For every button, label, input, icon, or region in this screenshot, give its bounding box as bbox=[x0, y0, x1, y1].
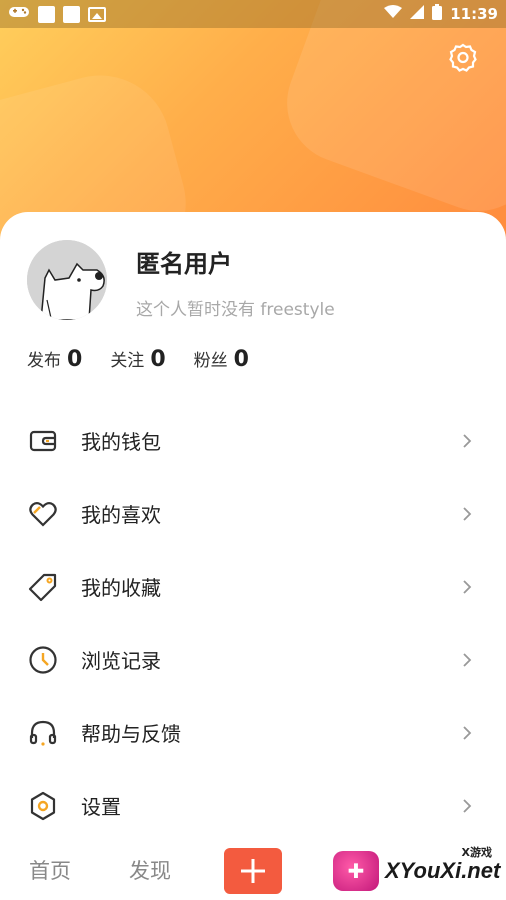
profile-menu: 我的钱包 我的喜欢 我的收藏 浏览记录 帮助与反馈 设置 bbox=[0, 404, 506, 842]
signal-icon bbox=[410, 5, 425, 23]
stat-following[interactable]: 关注 0 bbox=[110, 346, 165, 372]
chevron-right-icon bbox=[463, 798, 472, 813]
chevron-right-icon bbox=[463, 652, 472, 667]
menu-item-settings[interactable]: 设置 bbox=[0, 769, 506, 842]
wallet-icon bbox=[27, 425, 59, 457]
gear-icon bbox=[449, 43, 477, 72]
settings-gear-button[interactable] bbox=[448, 42, 478, 72]
gamepad-icon bbox=[8, 4, 30, 24]
menu-item-likes[interactable]: 我的喜欢 bbox=[0, 477, 506, 550]
menu-item-history[interactable]: 浏览记录 bbox=[0, 623, 506, 696]
stat-label: 粉丝 bbox=[193, 351, 228, 371]
stat-value: 0 bbox=[233, 347, 249, 372]
avatar[interactable] bbox=[27, 240, 107, 320]
menu-item-favorites[interactable]: 我的收藏 bbox=[0, 550, 506, 623]
dog-avatar-icon bbox=[27, 240, 107, 320]
menu-item-label: 我的钱包 bbox=[81, 430, 161, 454]
status-time: 11:39 bbox=[450, 5, 498, 23]
nav-discover[interactable]: 发现 bbox=[129, 855, 171, 885]
stat-label: 发布 bbox=[27, 351, 61, 371]
stat-label: 关注 bbox=[110, 351, 145, 371]
notification-icon bbox=[38, 5, 55, 23]
menu-item-label: 浏览记录 bbox=[81, 649, 161, 673]
menu-item-label: 帮助与反馈 bbox=[81, 722, 181, 746]
menu-item-wallet[interactable]: 我的钱包 bbox=[0, 404, 506, 477]
add-post-button[interactable] bbox=[224, 848, 282, 894]
user-bio: 这个人暂时没有 freestyle bbox=[136, 300, 335, 320]
wifi-icon bbox=[384, 5, 403, 23]
heart-icon bbox=[27, 498, 59, 530]
profile-stats: 发布 0 关注 0 粉丝 0 bbox=[27, 346, 249, 372]
settings-hex-icon bbox=[27, 790, 59, 822]
tag-icon bbox=[27, 571, 59, 603]
stat-followers[interactable]: 粉丝 0 bbox=[194, 346, 249, 372]
stat-value: 0 bbox=[67, 347, 83, 372]
clock-icon bbox=[27, 644, 59, 676]
image-icon bbox=[88, 6, 106, 22]
battery-icon bbox=[432, 4, 443, 24]
watermark-tag: X游戏 bbox=[461, 846, 492, 859]
chevron-right-icon bbox=[463, 725, 472, 740]
headset-icon bbox=[27, 717, 59, 749]
menu-item-label: 设置 bbox=[81, 795, 121, 819]
chevron-right-icon bbox=[463, 433, 472, 448]
stat-posts[interactable]: 发布 0 bbox=[27, 346, 82, 372]
username: 匿名用户 bbox=[136, 250, 232, 278]
stat-value: 0 bbox=[150, 347, 166, 372]
menu-item-label: 我的喜欢 bbox=[81, 503, 161, 527]
notification-icon bbox=[63, 5, 80, 23]
watermark-logo-icon: ✚ bbox=[333, 851, 379, 891]
chevron-right-icon bbox=[463, 579, 472, 594]
nav-home[interactable]: 首页 bbox=[29, 855, 71, 885]
menu-item-help-feedback[interactable]: 帮助与反馈 bbox=[0, 696, 506, 769]
menu-item-label: 我的收藏 bbox=[81, 576, 161, 600]
chevron-right-icon bbox=[463, 506, 472, 521]
status-bar: 11:39 bbox=[0, 0, 506, 28]
plus-icon bbox=[241, 859, 265, 883]
watermark: ✚ XYouXi.net X游戏 bbox=[333, 842, 506, 900]
watermark-text: XYouXi.net bbox=[385, 858, 501, 883]
